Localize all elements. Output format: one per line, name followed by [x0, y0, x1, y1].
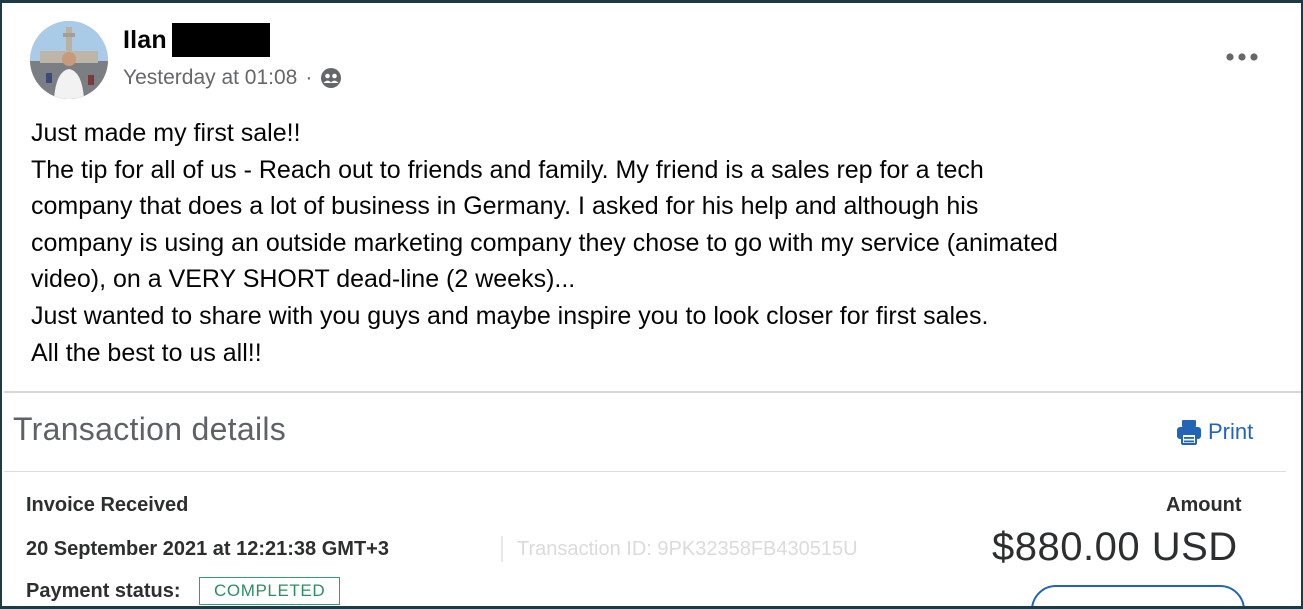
author-name[interactable]: Ilan [123, 26, 167, 55]
print-label: Print [1208, 419, 1254, 444]
author-row: Ilan [123, 23, 270, 57]
meta-separator: · [305, 66, 313, 89]
avatar[interactable] [30, 21, 108, 99]
refund-button[interactable] [1031, 585, 1245, 606]
post-line: company is using an outside marketing co… [31, 228, 1058, 257]
avatar-photo [30, 21, 108, 99]
redaction-bar [171, 23, 270, 57]
post-line: All the best to us all!! [31, 338, 262, 367]
transaction-date: 20 September 2021 at 12:21:38 GMT+3 [26, 538, 389, 560]
post-line: Just made my first sale!! [31, 119, 301, 147]
transaction-type: Invoice Received [26, 494, 189, 516]
printer-icon [1177, 420, 1201, 445]
post-line: Just wanted to share with you guys and m… [31, 301, 989, 330]
transaction-header: Transaction details Print [4, 393, 1286, 472]
more-options-icon [1226, 53, 1258, 61]
transaction-id: Transaction ID: 9PK32358FB430515U [517, 538, 858, 560]
post-text: Just made my first sale!! The tip for al… [31, 115, 1281, 371]
print-button[interactable]: Print [1174, 417, 1253, 447]
transaction-title: Transaction details [13, 411, 287, 447]
more-options-button[interactable] [1220, 43, 1264, 71]
amount-label: Amount [1166, 494, 1242, 516]
post-line: video), on a VERY SHORT dead-line (2 wee… [31, 265, 576, 294]
status-badge: COMPLETED [199, 577, 341, 605]
friends-icon[interactable] [320, 67, 342, 89]
payment-status-label: Payment status: [26, 580, 181, 602]
post-screenshot: Ilan Yesterday at 01:08 · Just made my f… [0, 0, 1303, 609]
divider [501, 536, 503, 562]
post-line: company that does a lot of business in G… [31, 192, 979, 221]
post-line: The tip for all of us - Reach out to fri… [31, 155, 984, 184]
amount-value: $880.00 USD [992, 525, 1238, 569]
post-timestamp[interactable]: Yesterday at 01:08 [123, 66, 297, 90]
post-meta: Yesterday at 01:08 · [123, 64, 342, 92]
transaction-details-image[interactable]: Transaction details Print Invoice Receiv… [4, 391, 1301, 606]
